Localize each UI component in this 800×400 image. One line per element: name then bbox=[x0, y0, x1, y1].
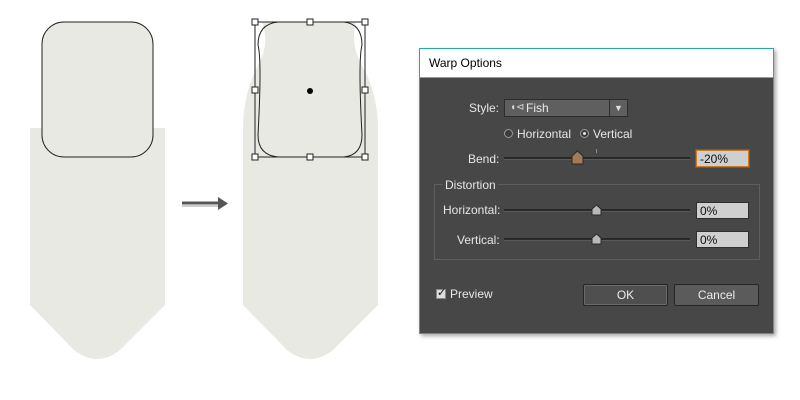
style-dropdown[interactable]: ◖⊲ Fish ▼ bbox=[504, 99, 628, 117]
bend-label: Bend: bbox=[468, 152, 500, 166]
bend-zero-tick bbox=[596, 149, 597, 153]
distortion-vertical-input[interactable]: 0% bbox=[696, 231, 749, 248]
distortion-title: Distortion bbox=[443, 178, 498, 192]
bend-input[interactable]: -20% bbox=[696, 150, 749, 167]
left-rounded-rect bbox=[41, 21, 154, 158]
vertical-radio-label: Vertical bbox=[593, 127, 633, 141]
right-body-shape bbox=[243, 22, 378, 359]
distortion-horizontal-thumb[interactable] bbox=[591, 204, 602, 216]
distortion-vertical-thumb[interactable] bbox=[591, 233, 602, 245]
dialog-title: Warp Options bbox=[420, 49, 773, 78]
left-body-shape bbox=[30, 128, 165, 359]
radio-horizontal[interactable] bbox=[504, 129, 513, 138]
distortion-vertical-label: Vertical: bbox=[457, 233, 500, 247]
radio-vertical[interactable] bbox=[580, 129, 589, 138]
cancel-button[interactable]: Cancel bbox=[674, 284, 759, 306]
artwork-svg bbox=[30, 18, 378, 359]
preview-label: Preview bbox=[450, 287, 493, 301]
bend-slider-thumb[interactable] bbox=[571, 150, 584, 165]
distortion-horizontal-input[interactable]: 0% bbox=[696, 202, 749, 219]
fish-icon: ◖⊲ bbox=[510, 102, 525, 113]
preview-checkbox[interactable]: ✓ bbox=[436, 287, 447, 299]
checkmark-icon: ✓ bbox=[437, 287, 447, 299]
artboard bbox=[0, 0, 420, 400]
chevron-down-icon[interactable]: ▼ bbox=[609, 100, 627, 116]
bend-slider-track[interactable] bbox=[504, 157, 690, 160]
center-point bbox=[307, 88, 313, 94]
arrow-icon bbox=[182, 197, 228, 210]
horizontal-radio-label: Horizontal bbox=[517, 127, 572, 141]
style-label: Style: bbox=[469, 101, 500, 115]
ok-button[interactable]: OK bbox=[583, 284, 668, 306]
distortion-horizontal-label: Horizontal: bbox=[443, 203, 501, 217]
style-value: Fish bbox=[526, 101, 549, 115]
warp-options-dialog: Warp Options Style: ◖⊲ Fish ▼ Horizontal… bbox=[419, 48, 774, 334]
